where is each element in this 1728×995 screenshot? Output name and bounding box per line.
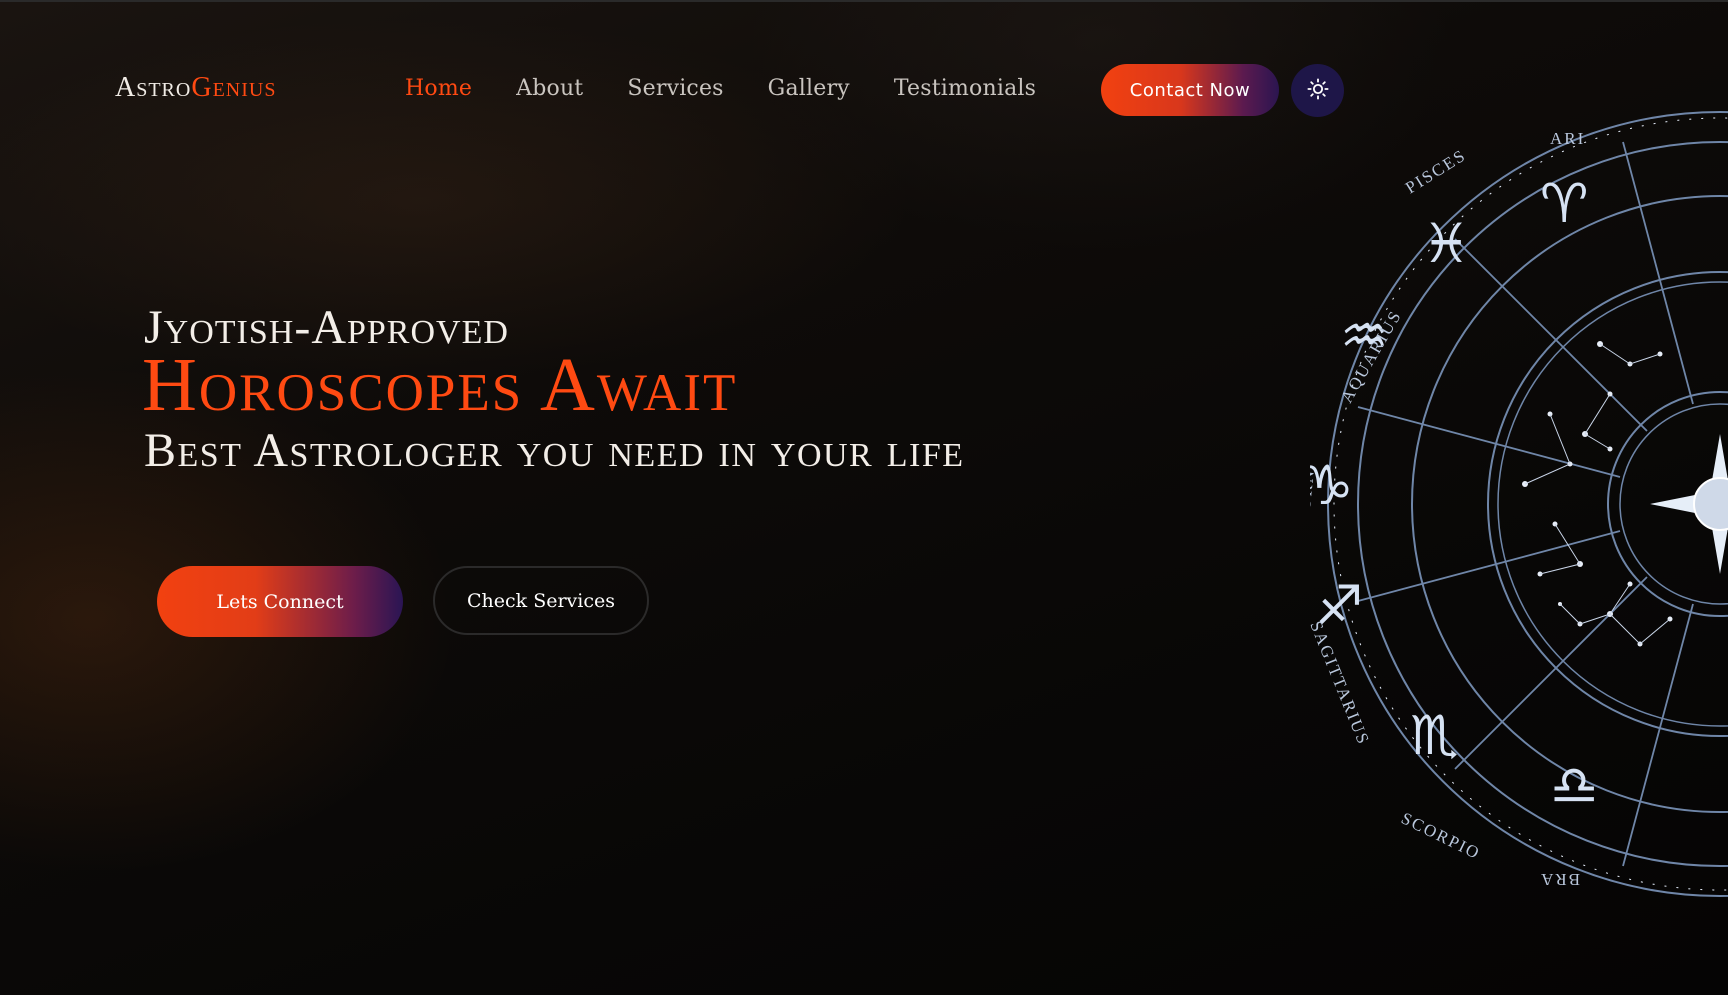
top-border [0,0,1728,2]
hero-subtitle: Best Astrologer you need in your life [144,424,965,477]
lets-connect-button[interactable]: Lets Connect [157,566,403,637]
nav-item-gallery[interactable]: Gallery [768,76,850,101]
brand-logo[interactable]: AstroGenius [115,72,276,104]
hero-title: Horoscopes Await [142,343,738,427]
nav-item-testimonials[interactable]: Testimonials [894,76,1036,101]
svg-text:PISCES: PISCES [1402,145,1470,197]
nav-item-services[interactable]: Services [627,76,723,101]
landing-page: AstroGenius Home About Services Gallery … [0,0,1728,995]
brand-name-part1: Astro [115,72,192,103]
main-nav: Home About Services Gallery Testimonials [405,76,1080,101]
svg-text:♓: ♓ [1422,212,1470,275]
svg-text:♎: ♎ [1550,754,1598,817]
svg-text:SAGITTARIUS: SAGITTARIUS [1310,618,1373,748]
svg-text:SCORPIO: SCORPIO [1398,809,1483,864]
zodiac-wheel: ♓ ♒ ♑ ♐ ♏ ♈ ♎ PISCES AQUARIUS CAPRICORN … [1310,104,1728,904]
nav-item-about[interactable]: About [516,76,583,101]
svg-text:♈: ♈ [1540,172,1588,235]
sun-icon [1306,77,1329,104]
nav-item-home[interactable]: Home [405,76,472,101]
check-services-button[interactable]: Check Services [433,566,649,635]
contact-now-button[interactable]: Contact Now [1101,64,1279,116]
svg-text:ARI: ARI [1550,129,1585,148]
brand-name-part2: Genius [191,72,277,103]
zodiac-wheel-graphic: ♓ ♒ ♑ ♐ ♏ ♈ ♎ PISCES AQUARIUS CAPRICORN … [1310,111,1728,897]
svg-text:♏: ♏ [1410,704,1458,767]
svg-text:♑: ♑ [1310,454,1353,517]
svg-text:BRA: BRA [1539,870,1580,889]
